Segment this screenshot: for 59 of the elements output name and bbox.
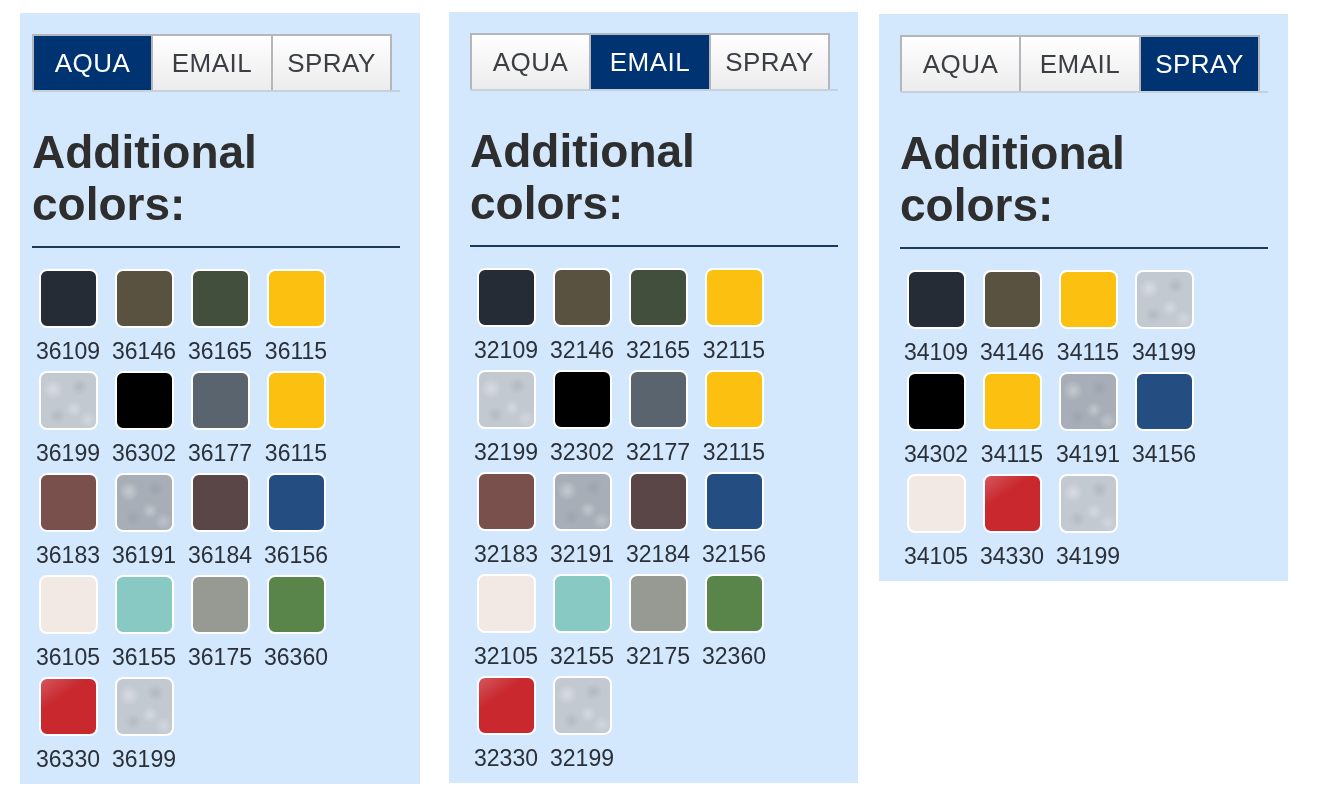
color-code: 32109 (474, 337, 538, 363)
color-code: 36183 (36, 542, 100, 568)
color-code: 32115 (702, 337, 766, 363)
color-code: 34115 (980, 441, 1044, 467)
color-code: 36199 (112, 746, 176, 772)
tab[interactable]: EMAIL (152, 34, 272, 90)
color-code: 36109 (36, 338, 100, 364)
color-code: 34156 (1132, 441, 1196, 467)
tab[interactable]: SPRAY (272, 34, 392, 90)
color-code: 36177 (188, 440, 252, 466)
color-code: 36175 (188, 644, 252, 670)
color-code: 32360 (702, 643, 766, 669)
section-heading: Additional colors: (32, 126, 258, 230)
tab[interactable]: AQUA (900, 35, 1020, 91)
color-code: 36302 (112, 440, 176, 466)
tab[interactable]: SPRAY (710, 33, 830, 89)
color-code: 36360 (264, 644, 328, 670)
color-code: 32199 (550, 745, 614, 771)
color-code: 32146 (550, 337, 614, 363)
color-code: 34105 (904, 543, 968, 569)
color-code: 34199 (1056, 543, 1120, 569)
color-code: 32184 (626, 541, 690, 567)
color-code: 32199 (474, 439, 538, 465)
section-heading: Additional colors: (470, 125, 696, 229)
color-code: 36184 (188, 542, 252, 568)
color-code: 36165 (188, 338, 252, 364)
color-code: 32302 (550, 439, 614, 465)
color-code: 36146 (112, 338, 176, 364)
color-code: 32330 (474, 745, 538, 771)
tab[interactable]: EMAIL (1020, 35, 1140, 91)
color-code: 34191 (1056, 441, 1120, 467)
tab[interactable]: AQUA (32, 34, 152, 90)
color-code: 32115 (702, 439, 766, 465)
color-code: 32105 (474, 643, 538, 669)
color-code: 36105 (36, 644, 100, 670)
color-code: 32175 (626, 643, 690, 669)
color-code: 34109 (904, 339, 968, 365)
color-code: 32156 (702, 541, 766, 567)
color-code: 32165 (626, 337, 690, 363)
color-code: 36115 (264, 440, 328, 466)
color-code: 36330 (36, 746, 100, 772)
color-code: 32191 (550, 541, 614, 567)
color-code: 32177 (626, 439, 690, 465)
color-code: 32155 (550, 643, 614, 669)
tab[interactable]: EMAIL (590, 33, 710, 89)
section-heading: Additional colors: (900, 127, 1126, 231)
color-code: 36115 (264, 338, 328, 364)
color-code: 34302 (904, 441, 968, 467)
color-code: 36156 (264, 542, 328, 568)
color-code: 34146 (980, 339, 1044, 365)
tab[interactable]: AQUA (470, 33, 590, 89)
tab[interactable]: SPRAY (1140, 35, 1260, 91)
color-code: 32183 (474, 541, 538, 567)
color-code: 34115 (1056, 339, 1120, 365)
color-code: 34330 (980, 543, 1044, 569)
color-code: 34199 (1132, 339, 1196, 365)
color-code: 36199 (36, 440, 100, 466)
color-code: 36191 (112, 542, 176, 568)
color-code: 36155 (112, 644, 176, 670)
